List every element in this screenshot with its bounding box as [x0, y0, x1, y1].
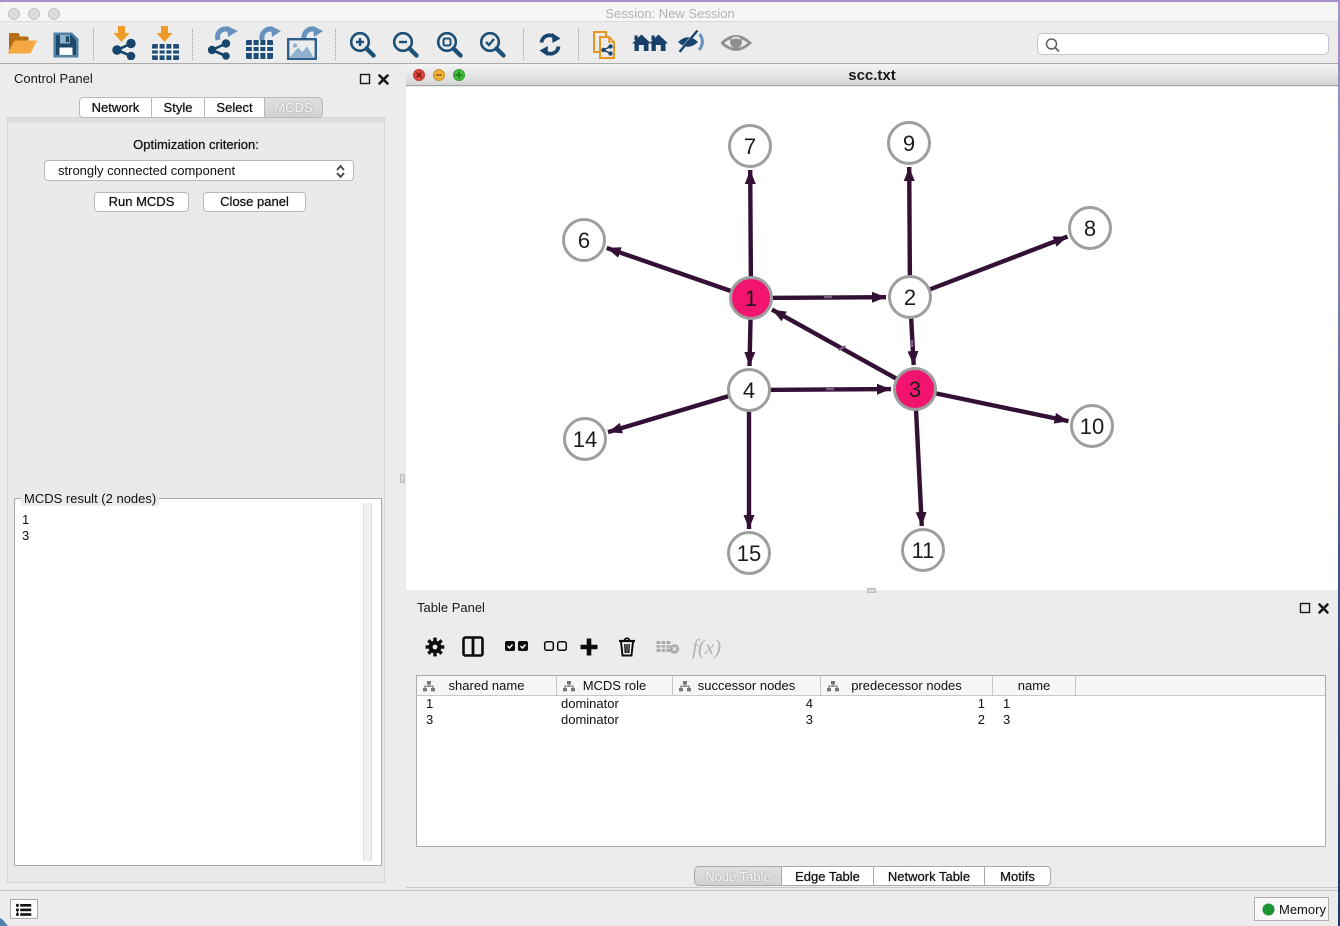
svg-text:3: 3: [909, 377, 921, 402]
svg-text:7: 7: [744, 134, 756, 159]
svg-text:10: 10: [1080, 414, 1104, 439]
svg-text:14: 14: [573, 427, 597, 452]
svg-text:11: 11: [912, 538, 935, 563]
svg-text:9: 9: [903, 131, 915, 156]
svg-text:8: 8: [1084, 216, 1096, 241]
svg-text:15: 15: [737, 541, 761, 566]
svg-text:1: 1: [745, 286, 757, 311]
svg-text:6: 6: [578, 228, 590, 253]
svg-text:2: 2: [904, 285, 916, 310]
svg-text:4: 4: [743, 378, 755, 403]
